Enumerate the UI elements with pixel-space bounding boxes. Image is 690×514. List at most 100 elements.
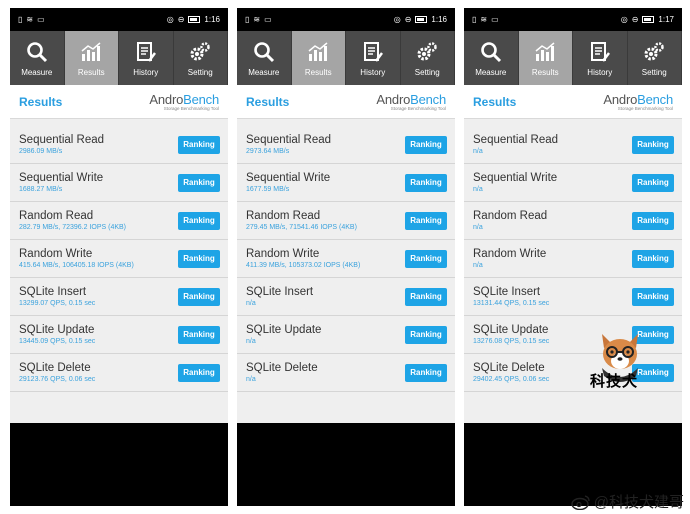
result-row-random-read: Random Read n/a Ranking: [464, 202, 682, 240]
test-name: SQLite Update: [246, 324, 322, 336]
tab-results[interactable]: Results: [291, 31, 346, 85]
status-bar: ▯ ≋ ▭ ◎ ⊖ 1:17: [464, 8, 682, 31]
logo-andro: Andro: [603, 92, 638, 107]
test-value: n/a: [246, 338, 256, 345]
test-value: n/a: [246, 376, 256, 383]
clipboard-icon: [136, 41, 156, 62]
status-time: 1:16: [204, 15, 220, 24]
ranking-button[interactable]: Ranking: [178, 363, 220, 382]
androbench-logo: AndroBench Storage Benchmarking Tool: [149, 92, 219, 111]
phone-screen-3: ▯ ≋ ▭ ◎ ⊖ 1:17 Measure Results History S…: [464, 8, 682, 506]
result-row-sqlite-delete: SQLite Delete n/a Ranking: [237, 354, 455, 392]
ranking-button[interactable]: Ranking: [178, 173, 220, 192]
test-value: 2973.64 MB/s: [246, 148, 290, 155]
result-row-sqlite-insert: SQLite Insert 13299.07 QPS, 0.15 sec Ranki…: [10, 278, 228, 316]
page-title: Results: [246, 94, 290, 109]
test-value: n/a: [473, 224, 483, 231]
ranking-button[interactable]: Ranking: [405, 363, 447, 382]
test-name: Random Write: [246, 248, 320, 260]
tab-setting[interactable]: Setting: [628, 31, 682, 85]
test-value: 1677.59 MB/s: [246, 186, 290, 193]
result-row-sqlite-insert: SQLite Insert n/a Ranking: [237, 278, 455, 316]
tab-label: Setting: [187, 67, 213, 77]
results-list: Sequential Read 2973.64 MB/s Ranking Seque…: [237, 119, 455, 423]
test-value: 282.79 MB/s, 72396.2 IOPS (4KB): [19, 224, 127, 231]
dnd-icon: ⊖: [631, 14, 639, 24]
ranking-button[interactable]: Ranking: [405, 211, 447, 230]
tab-history[interactable]: History: [346, 31, 401, 85]
tab-results[interactable]: Results: [64, 31, 119, 85]
test-name: Sequential Read: [246, 134, 332, 146]
test-name: SQLite Delete: [473, 362, 545, 374]
lock-icon: ▯: [472, 14, 477, 24]
tab-bar: Measure Results History Setting: [464, 31, 682, 85]
tab-label: History: [587, 67, 613, 77]
ranking-button[interactable]: Ranking: [632, 173, 674, 192]
ranking-button[interactable]: Ranking: [632, 249, 674, 268]
ranking-button[interactable]: Ranking: [405, 249, 447, 268]
test-name: Random Read: [246, 210, 321, 222]
ranking-button[interactable]: Ranking: [632, 211, 674, 230]
search-icon: [253, 41, 274, 62]
results-header: Results AndroBench Storage Benchmarking …: [237, 85, 455, 119]
tab-setting[interactable]: Setting: [174, 31, 228, 85]
tab-label: Measure: [21, 67, 53, 77]
ranking-button[interactable]: Ranking: [405, 135, 447, 154]
tab-label: Setting: [414, 67, 440, 77]
watermark-text: @科技犬建哥: [593, 494, 684, 511]
ranking-button[interactable]: Ranking: [632, 135, 674, 154]
clipboard-icon: [363, 41, 383, 62]
androbench-logo: AndroBench Storage Benchmarking Tool: [603, 92, 673, 111]
tab-history[interactable]: History: [119, 31, 174, 85]
test-name: SQLite Insert: [246, 286, 314, 298]
ranking-button[interactable]: Ranking: [632, 287, 674, 306]
test-value: 411.39 MB/s, 105373.02 IOPS (4KB): [246, 262, 361, 269]
results-header: Results AndroBench Storage Benchmarking …: [10, 85, 228, 119]
tab-measure[interactable]: Measure: [464, 31, 519, 85]
test-value: n/a: [246, 300, 256, 307]
ranking-button[interactable]: Ranking: [178, 135, 220, 154]
tab-history[interactable]: History: [573, 31, 628, 85]
test-value: 13299.07 QPS, 0.15 sec: [19, 300, 96, 307]
test-name: Random Read: [473, 210, 548, 222]
tab-measure[interactable]: Measure: [237, 31, 292, 85]
tab-results[interactable]: Results: [518, 31, 573, 85]
result-row-sequential-write: Sequential Write 1688.27 MB/s Ranking: [10, 164, 228, 202]
ranking-button[interactable]: Ranking: [178, 249, 220, 268]
logo-bench: Bench: [183, 92, 219, 107]
test-name: Sequential Read: [473, 134, 559, 146]
logo-andro: Andro: [376, 92, 411, 107]
tab-measure[interactable]: Measure: [10, 31, 65, 85]
status-time: 1:16: [431, 15, 447, 24]
ranking-button[interactable]: Ranking: [405, 325, 447, 344]
test-name: SQLite Delete: [19, 362, 91, 374]
ranking-button[interactable]: Ranking: [405, 173, 447, 192]
tab-label: Measure: [475, 67, 507, 77]
result-row-sqlite-update: SQLite Update n/a Ranking: [237, 316, 455, 354]
phone-screen-1: ▯ ≋ ▭ ◎ ⊖ 1:16 Measure Results History S…: [10, 8, 228, 506]
results-header: Results AndroBench Storage Benchmarking …: [464, 85, 682, 119]
alarm-icon: ◎: [393, 14, 401, 24]
page-title: Results: [19, 94, 63, 109]
test-value: n/a: [473, 262, 483, 269]
ranking-button[interactable]: Ranking: [178, 287, 220, 306]
test-name: Random Write: [19, 248, 93, 260]
test-name: SQLite Insert: [19, 286, 87, 298]
test-value: 13131.44 QPS, 0.15 sec: [473, 300, 550, 307]
tab-setting[interactable]: Setting: [401, 31, 455, 85]
test-value: 13276.08 QPS, 0.15 sec: [473, 338, 550, 345]
ranking-button[interactable]: Ranking: [178, 325, 220, 344]
dnd-icon: ⊖: [404, 14, 412, 24]
result-row-sequential-write: Sequential Write n/a Ranking: [464, 164, 682, 202]
tab-label: Results: [531, 67, 559, 77]
battery-icon: [415, 16, 428, 23]
test-name: Sequential Write: [19, 172, 104, 184]
ranking-button[interactable]: Ranking: [178, 211, 220, 230]
test-value: 279.45 MB/s, 71541.46 IOPS (4KB): [246, 224, 357, 231]
results-list: Sequential Read n/a Ranking Sequential Wri…: [464, 119, 682, 423]
test-value: 2986.09 MB/s: [19, 148, 63, 155]
message-icon: ▭: [264, 14, 272, 24]
status-bar: ▯ ≋ ▭ ◎ ⊖ 1:16: [10, 8, 228, 31]
ranking-button[interactable]: Ranking: [405, 287, 447, 306]
result-row-sqlite-update: SQLite Update 13445.09 QPS, 0.15 sec Ranki…: [10, 316, 228, 354]
